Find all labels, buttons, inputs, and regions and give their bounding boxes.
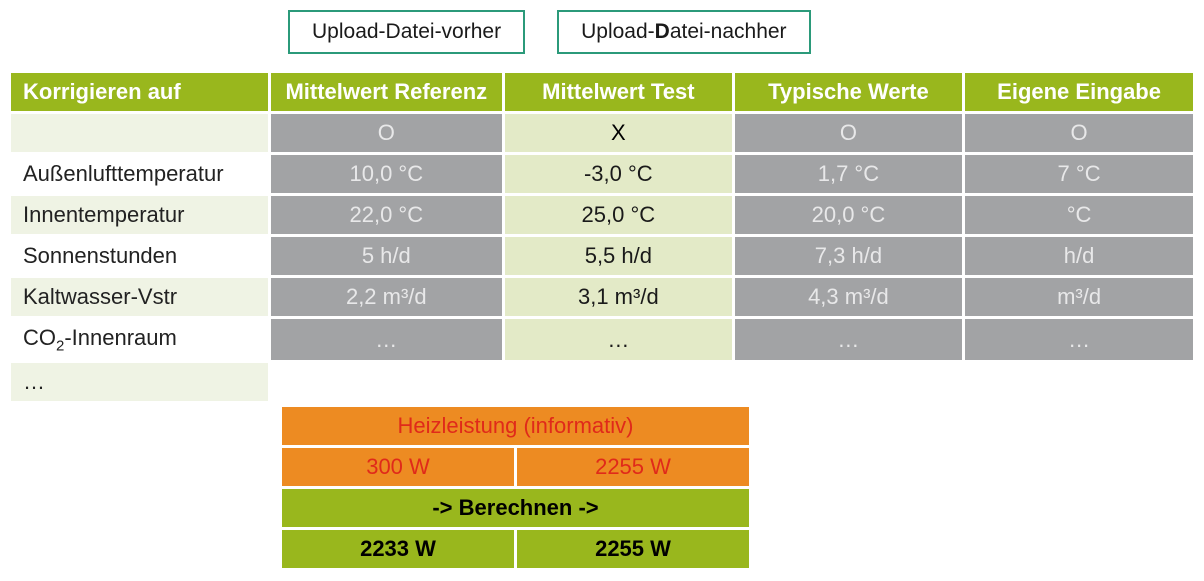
label-sonnenstunden: Sonnenstunden (11, 237, 268, 275)
label-kaltwasser: Kaltwasser-Vstr (11, 278, 268, 316)
header-referenz: Mittelwert Referenz (271, 73, 502, 111)
upload-buttons: Upload-Datei-vorher Upload-Datei-nachher (288, 10, 1196, 54)
cell-referenz: 5 h/d (271, 237, 502, 275)
result-referenz: 2233 W (282, 530, 514, 568)
cell-typisch: 7,3 h/d (735, 237, 962, 275)
label-aussenluft: Außenlufttemperatur (11, 155, 268, 193)
cell-test: -3,0 °C (505, 155, 732, 193)
co2-post: -Innenraum (64, 325, 177, 350)
heizleistung-referenz: 300 W (282, 448, 514, 486)
cell-typisch: 20,0 °C (735, 196, 962, 234)
result-test: 2255 W (517, 530, 749, 568)
upload-before-button[interactable]: Upload-Datei-vorher (288, 10, 525, 54)
label-innentemp: Innentemperatur (11, 196, 268, 234)
cell-typisch: … (735, 319, 962, 360)
cell-blank (505, 363, 732, 401)
upload-after-button[interactable]: Upload-Datei-nachher (557, 10, 810, 54)
cell-test: 3,1 m³/d (505, 278, 732, 316)
row-innentemp: Innentemperatur 22,0 °C 25,0 °C 20,0 °C … (11, 196, 1193, 234)
row-kaltwasser: Kaltwasser-Vstr 2,2 m³/d 3,1 m³/d 4,3 m³… (11, 278, 1193, 316)
header-korrigieren: Korrigieren auf (11, 73, 268, 111)
cell-test: 25,0 °C (505, 196, 732, 234)
header-row: Korrigieren auf Mittelwert Referenz Mitt… (11, 73, 1193, 111)
upload-after-label-bold: D (655, 20, 670, 43)
row-aussenluft: Außenlufttemperatur 10,0 °C -3,0 °C 1,7 … (11, 155, 1193, 193)
row-sonnenstunden: Sonnenstunden 5 h/d 5,5 h/d 7,3 h/d h/d (11, 237, 1193, 275)
cell-eigene-input[interactable]: h/d (965, 237, 1193, 275)
row-co2: CO2-Innenraum … … … … (11, 319, 1193, 360)
upload-after-label-pre: Upload- (581, 20, 655, 43)
cell-eigene-input[interactable]: … (965, 319, 1193, 360)
co2-pre: CO (23, 325, 56, 350)
radio-referenz[interactable]: O (271, 114, 502, 152)
cell-typisch: 4,3 m³/d (735, 278, 962, 316)
radio-test[interactable]: X (505, 114, 732, 152)
label-co2: CO2-Innenraum (11, 319, 268, 360)
cell-eigene-input[interactable]: 7 °C (965, 155, 1193, 193)
result-table: Heizleistung (informativ) 300 W 2255 W -… (279, 404, 752, 571)
cell-referenz: 22,0 °C (271, 196, 502, 234)
correction-table: Korrigieren auf Mittelwert Referenz Mitt… (8, 70, 1196, 404)
header-typisch: Typische Werte (735, 73, 962, 111)
cell-referenz: 2,2 m³/d (271, 278, 502, 316)
cell-test: … (505, 319, 732, 360)
berechnen-button[interactable]: -> Berechnen -> (282, 489, 749, 527)
cell-blank (271, 363, 502, 401)
selector-blank (11, 114, 268, 152)
cell-blank (965, 363, 1193, 401)
heizleistung-test: 2255 W (517, 448, 749, 486)
cell-test: 5,5 h/d (505, 237, 732, 275)
selector-row: O X O O (11, 114, 1193, 152)
cell-typisch: 1,7 °C (735, 155, 962, 193)
upload-after-label-post: atei-nachher (670, 20, 787, 43)
header-eigene: Eigene Eingabe (965, 73, 1193, 111)
header-test: Mittelwert Test (505, 73, 732, 111)
cell-eigene-input[interactable]: m³/d (965, 278, 1193, 316)
row-more: … (11, 363, 1193, 401)
upload-before-label: Upload-Datei-vorher (312, 20, 501, 43)
heizleistung-title: Heizleistung (informativ) (282, 407, 749, 445)
cell-blank (735, 363, 962, 401)
radio-typisch[interactable]: O (735, 114, 962, 152)
label-more: … (11, 363, 268, 401)
cell-eigene-input[interactable]: °C (965, 196, 1193, 234)
radio-eigene[interactable]: O (965, 114, 1193, 152)
cell-referenz: 10,0 °C (271, 155, 502, 193)
cell-referenz: … (271, 319, 502, 360)
